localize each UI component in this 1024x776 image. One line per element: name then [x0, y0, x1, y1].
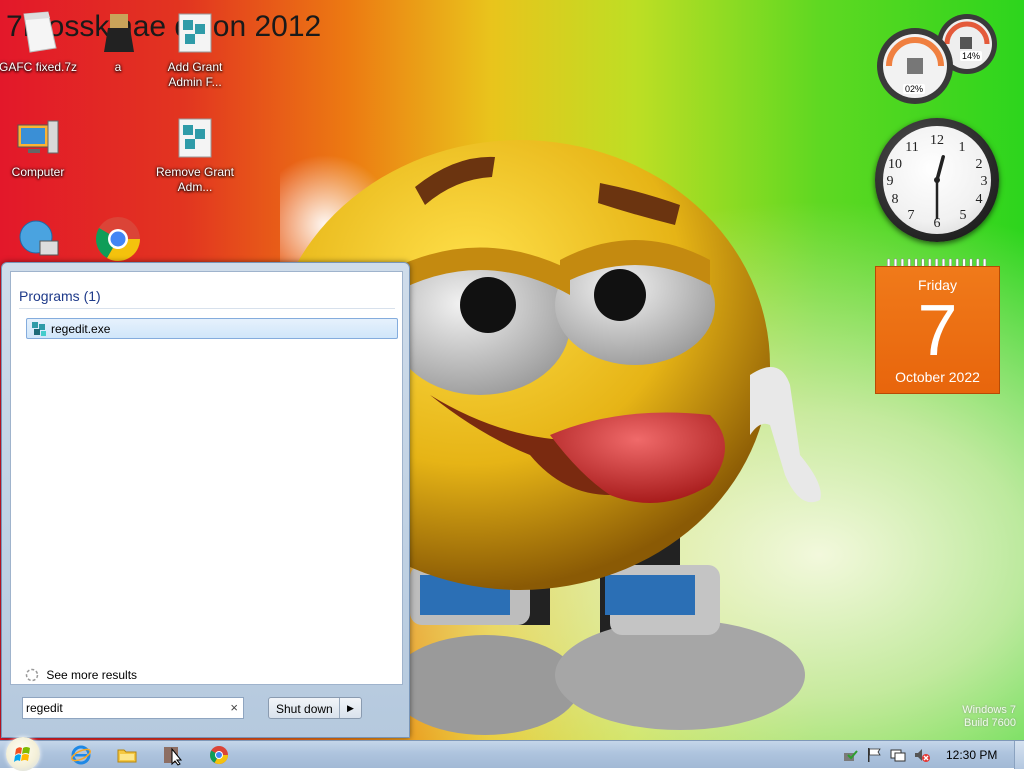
file-icon: [104, 14, 134, 52]
start-menu-results-pane: Programs (1) regedit.exe See more result…: [10, 271, 403, 685]
windows-logo-icon: [14, 747, 30, 762]
svg-text:3: 3: [981, 174, 988, 189]
registry-editor-icon: [32, 322, 46, 336]
shutdown-button[interactable]: Shut down ▶: [268, 697, 362, 719]
cpu-meter-dials: [877, 14, 997, 104]
computer-icon: [17, 120, 59, 154]
desktop-icon-network[interactable]: [0, 215, 78, 267]
cursor-app-icon[interactable]: [162, 744, 184, 766]
svg-text:9: 9: [887, 174, 894, 189]
svg-text:12: 12: [930, 133, 944, 148]
desktop-icon-label: Computer: [11, 165, 65, 179]
chrome-icon: [96, 217, 140, 261]
network-icon[interactable]: [890, 747, 906, 763]
svg-text:4: 4: [976, 192, 983, 207]
svg-text:1: 1: [959, 140, 966, 155]
clock-gadget[interactable]: 12 1 2 345 678 9 10 11: [875, 118, 999, 242]
see-more-results-label: See more results: [46, 668, 138, 682]
desktop-icon-label: GAFC fixed.7z: [0, 60, 78, 74]
calendar-gadget[interactable]: Friday 7 October 2022: [875, 258, 1000, 394]
svg-text:5: 5: [960, 208, 967, 223]
results-section-header: Programs (1): [19, 288, 395, 309]
taskbar: 12:30 PM: [0, 737, 1024, 771]
desktop-icon-remove-grant-admin[interactable]: Remove Grant Adm...: [155, 113, 235, 195]
memory-usage-readout: 14%: [960, 51, 983, 61]
action-center-icon[interactable]: [842, 747, 858, 763]
start-button[interactable]: [6, 737, 40, 771]
svg-text:11: 11: [905, 140, 918, 155]
flag-icon[interactable]: [866, 747, 882, 763]
registry-file-icon: [178, 13, 212, 53]
taskbar-clock[interactable]: 12:30 PM: [946, 748, 997, 762]
svg-text:7: 7: [908, 208, 915, 223]
start-search-box[interactable]: ×: [22, 697, 244, 719]
desktop-icon-label: Add Grant Admin F...: [167, 60, 223, 89]
analog-clock: 12 12 345 678 91011: [887, 133, 988, 231]
registry-file-icon: [178, 118, 212, 158]
search-more-icon: [25, 668, 39, 682]
network-globe-icon: [19, 220, 59, 256]
svg-text:2: 2: [976, 157, 983, 172]
desktop-icon-computer[interactable]: Computer: [0, 113, 78, 180]
calendar-day-number: 7: [917, 291, 958, 371]
search-result-label: regedit.exe: [51, 322, 111, 336]
start-menu: Programs (1) regedit.exe See more result…: [1, 262, 410, 738]
calendar-month-year: October 2022: [895, 369, 980, 385]
show-desktop-button[interactable]: [1014, 741, 1024, 769]
svg-text:10: 10: [888, 157, 902, 172]
start-search-input[interactable]: [26, 700, 216, 716]
desktop-icon-label: Remove Grant Adm...: [155, 165, 235, 194]
desktop-icon-a[interactable]: a: [78, 8, 158, 75]
shutdown-options-arrow-icon[interactable]: ▶: [339, 698, 361, 718]
clear-search-icon[interactable]: ×: [230, 700, 238, 715]
cpu-usage-readout: 02%: [903, 84, 926, 94]
os-watermark: Windows 7 Build 7600: [962, 704, 1016, 730]
volume-muted-icon[interactable]: [914, 747, 930, 763]
archive-file-icon: [23, 11, 57, 53]
shutdown-label: Shut down: [276, 702, 333, 716]
chrome-icon[interactable]: [208, 744, 230, 766]
internet-explorer-icon[interactable]: [70, 744, 92, 766]
clock-face: 12 1 2 345 678 9 10 11: [883, 126, 991, 234]
see-more-results-link[interactable]: See more results: [25, 668, 137, 682]
desktop-icon-add-grant-admin[interactable]: Add Grant Admin F...: [155, 8, 235, 90]
cpu-meter-gadget[interactable]: 02% 14%: [873, 8, 1003, 104]
search-result-regedit[interactable]: regedit.exe: [26, 318, 398, 339]
watermark-line1: Windows 7: [962, 704, 1016, 716]
desktop-icon-label: a: [114, 60, 122, 74]
svg-text:8: 8: [892, 192, 899, 207]
desktop-icon-chrome[interactable]: [78, 215, 158, 267]
watermark-line2: Build 7600: [964, 717, 1016, 729]
calendar-page: Friday 7 October 2022: [875, 266, 1000, 394]
folder-icon[interactable]: [116, 744, 138, 766]
desktop-icon-gafc-archive[interactable]: GAFC fixed.7z: [0, 8, 78, 75]
